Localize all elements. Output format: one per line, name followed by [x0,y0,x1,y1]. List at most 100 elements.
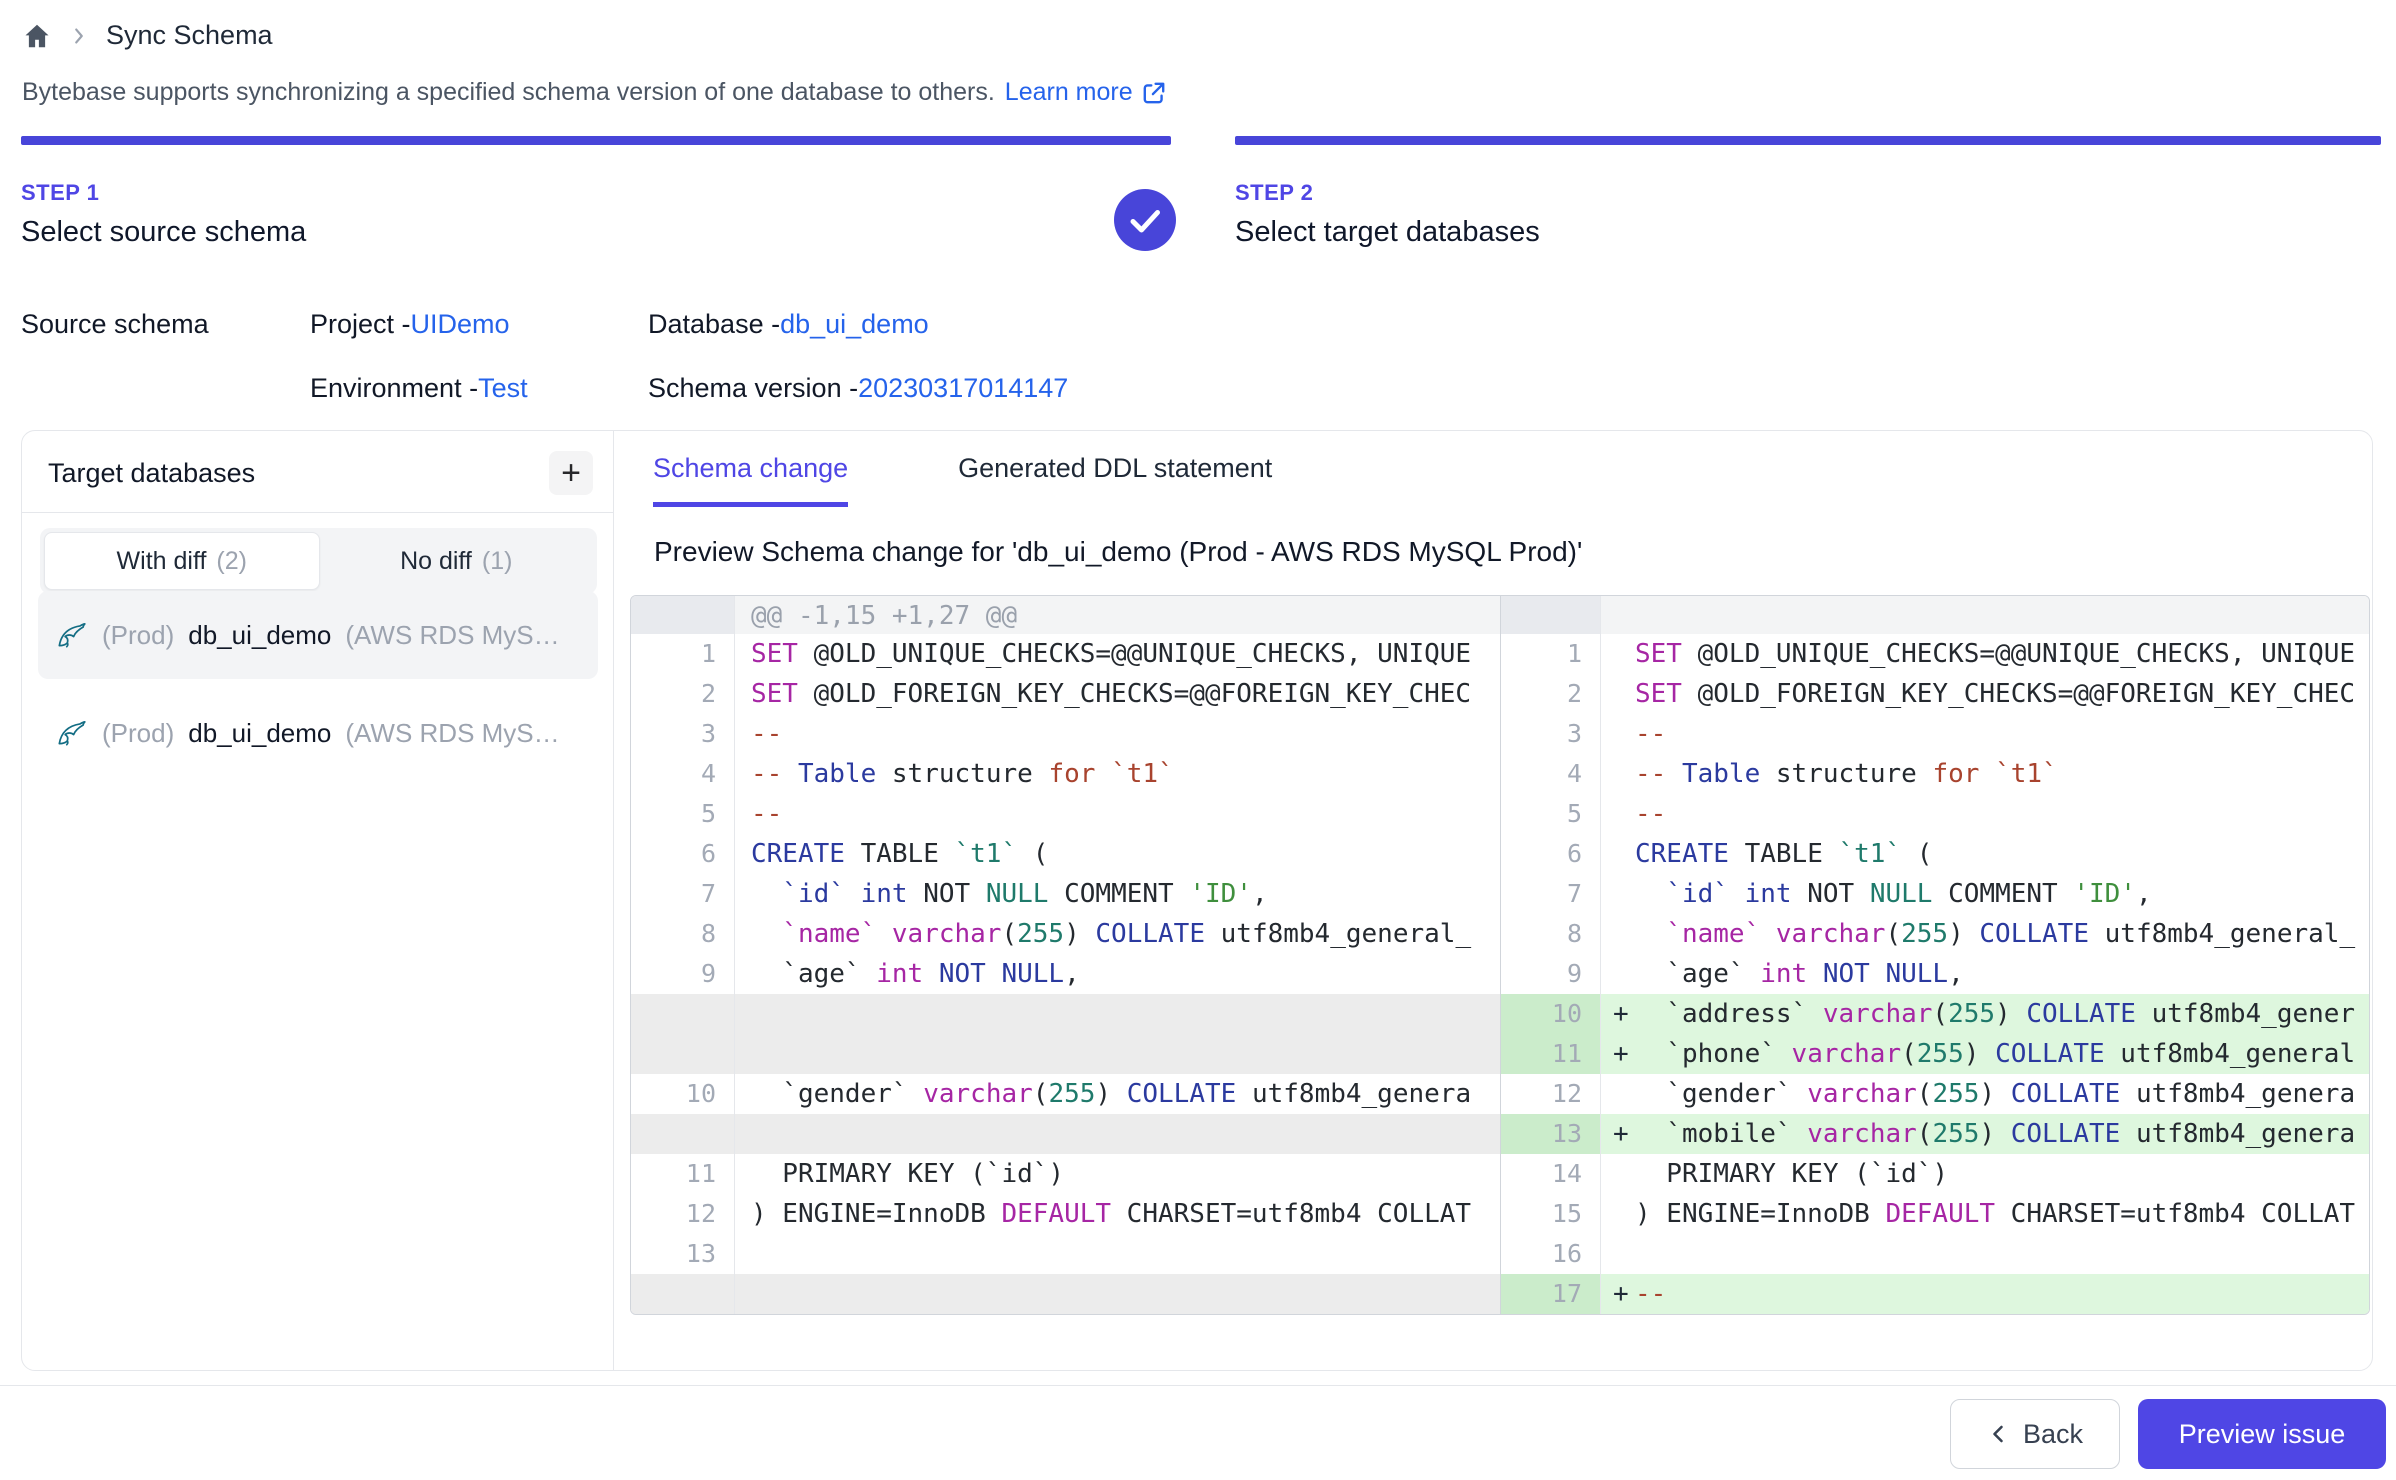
diff-gutter-right: 5 [1501,794,1601,834]
breadcrumb: Sync Schema [22,20,273,51]
source-schema-version: Schema version - 20230317014147 [648,356,1068,420]
diff-code-right: `id` int NOT NULL COMMENT 'ID', [1601,874,2369,914]
step1-label: STEP 1 [21,180,306,206]
diff-code-right: +-- [1601,1274,2369,1314]
schema-version-link[interactable]: 20230317014147 [858,373,1068,404]
diff-code-right: `name` varchar(255) COLLATE utf8mb4_gene… [1601,914,2369,954]
diff-add-marker [1601,1234,1635,1274]
step-complete-check-icon [1114,189,1176,251]
add-target-database-button[interactable]: + [549,451,593,495]
diff-code-left: SET @OLD_FOREIGN_KEY_CHECKS=@@FOREIGN_KE… [735,674,1501,714]
environment-link[interactable]: Test [478,373,528,404]
diff-gutter-left: 8 [631,914,735,954]
diff-gutter-right: 1 [1501,634,1601,674]
diff-add-marker: + [1601,994,1635,1034]
tab-generated-ddl[interactable]: Generated DDL statement [958,453,1272,507]
diff-row: 4-- Table structure for `t1`4-- Table st… [631,754,2369,794]
diff-gutter-left: 13 [631,1234,735,1274]
diff-row: 9 `age` int NOT NULL,9 `age` int NOT NUL… [631,954,2369,994]
mysql-icon [54,618,88,652]
project-link[interactable]: UIDemo [411,309,510,340]
preview-issue-button[interactable]: Preview issue [2138,1399,2386,1469]
diff-code-left: -- [735,714,1501,754]
preview-title: Preview Schema change for 'db_ui_demo (P… [654,536,1582,568]
diff-gutter-right: 4 [1501,754,1601,794]
target-database-item[interactable]: (Prod) db_ui_demo (AWS RDS MyS… [38,689,598,777]
diff-code-left [735,1274,1501,1314]
db-name: db_ui_demo [188,718,331,749]
external-link-icon [1141,80,1167,106]
diff-filter-tabs: With diff(2) No diff(1) [40,528,597,594]
diff-add-marker [1601,834,1635,874]
diff-add-marker: + [1601,1034,1635,1074]
learn-more-link[interactable]: Learn more [1005,78,1167,107]
diff-add-marker [1601,794,1635,834]
chevron-left-icon [1987,1422,2011,1446]
diff-add-marker [1601,714,1635,754]
diff-gutter-right: 7 [1501,874,1601,914]
diff-code-right: `age` int NOT NULL, [1601,954,2369,994]
step1: STEP 1 Select source schema [21,180,306,249]
diff-row: 7 `id` int NOT NULL COMMENT 'ID',7 `id` … [631,874,2369,914]
diff-code-left: `age` int NOT NULL, [735,954,1501,994]
diff-row: 5--5-- [631,794,2369,834]
database-link[interactable]: db_ui_demo [780,309,929,340]
diff-add-marker [1601,1074,1635,1114]
tab-no-diff[interactable]: No diff(1) [320,532,594,590]
diff-code-right: ) ENGINE=InnoDB DEFAULT CHARSET=utf8mb4 … [1601,1194,2369,1234]
diff-add-marker [1601,914,1635,954]
diff-code-right: SET @OLD_FOREIGN_KEY_CHECKS=@@FOREIGN_KE… [1601,674,2369,714]
db-instance: (AWS RDS MyS… [345,718,559,749]
diff-row: 3--3-- [631,714,2369,754]
step2-progress-bar [1235,136,2381,145]
db-instance: (AWS RDS MyS… [345,620,559,651]
tab-schema-change[interactable]: Schema change [653,453,848,507]
step2: STEP 2 Select target databases [1235,180,1540,249]
diff-code-left: `name` varchar(255) COLLATE utf8mb4_gene… [735,914,1501,954]
target-database-item[interactable]: (Prod)db_ui_demo(AWS RDS MyS… [38,591,598,679]
diff-code-left: CREATE TABLE `t1` ( [735,834,1501,874]
diff-row: 10 `gender` varchar(255) COLLATE utf8mb4… [631,1074,2369,1114]
diff-code-right: PRIMARY KEY (`id`) [1601,1154,2369,1194]
home-icon[interactable] [22,21,52,51]
target-databases-title: Target databases [48,458,255,489]
source-schema-label: Source schema [21,292,310,356]
diff-gutter-right: 2 [1501,674,1601,714]
diff-gutter-right: 15 [1501,1194,1601,1234]
diff-code-left [735,1234,1501,1274]
diff-add-marker [1601,954,1635,994]
diff-gutter-right: 6 [1501,834,1601,874]
diff-row: 11+ `phone` varchar(255) COLLATE utf8mb4… [631,1034,2369,1074]
db-name: db_ui_demo [188,620,331,651]
step1-title: Select source schema [21,216,306,249]
diff-add-marker [1601,1194,1635,1234]
diff-row: 11 PRIMARY KEY (`id`)14 PRIMARY KEY (`id… [631,1154,2369,1194]
diff-code-right [1601,596,2369,634]
diff-gutter-left [631,1034,735,1074]
diff-gutter-left: 1 [631,634,735,674]
diff-gutter-right: 16 [1501,1234,1601,1274]
main-panel: Target databases + With diff(2) No diff(… [21,430,2373,1371]
diff-row: 13 16 [631,1234,2369,1274]
diff-gutter-right: 3 [1501,714,1601,754]
diff-gutter-left: 5 [631,794,735,834]
step2-title: Select target databases [1235,216,1540,249]
sync-schema-page: Sync Schema Bytebase supports synchroniz… [0,0,2396,1480]
tab-with-diff[interactable]: With diff(2) [44,532,320,590]
diff-code-left: `gender` varchar(255) COLLATE utf8mb4_ge… [735,1074,1501,1114]
preview-tabs: Schema change Generated DDL statement [633,453,1272,507]
step2-label: STEP 2 [1235,180,1540,206]
diff-gutter-right: 11 [1501,1034,1601,1074]
footer-divider [0,1385,2396,1386]
diff-row: 8 `name` varchar(255) COLLATE utf8mb4_ge… [631,914,2369,954]
diff-gutter-right: 13 [1501,1114,1601,1154]
diff-gutter-left: 2 [631,674,735,714]
diff-gutter-right: 17 [1501,1274,1601,1314]
diff-code-right: SET @OLD_UNIQUE_CHECKS=@@UNIQUE_CHECKS, … [1601,634,2369,674]
diff-code-right: CREATE TABLE `t1` ( [1601,834,2369,874]
diff-gutter-left: 6 [631,834,735,874]
back-button[interactable]: Back [1950,1399,2120,1469]
panel-divider [613,431,614,1370]
diff-gutter-left: 11 [631,1154,735,1194]
db-environment: (Prod) [102,718,174,749]
